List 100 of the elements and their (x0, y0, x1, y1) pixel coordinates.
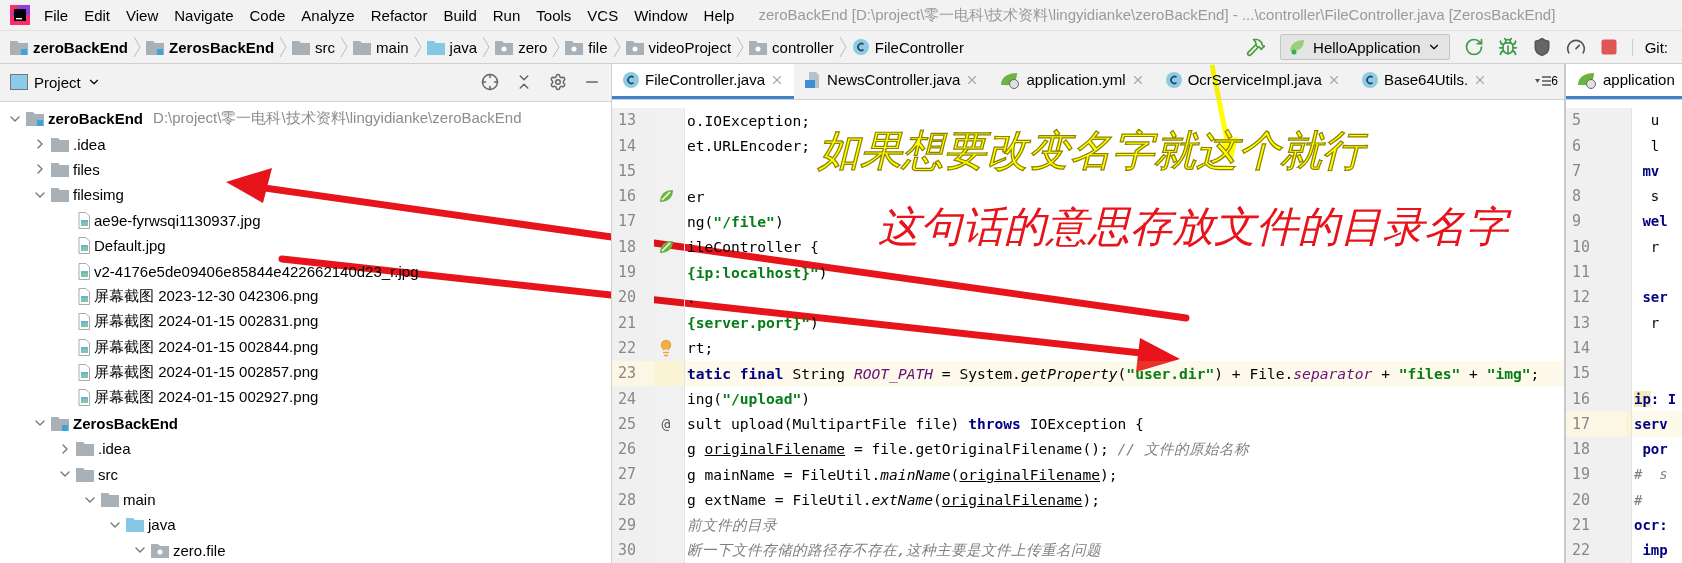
breadcrumb-item[interactable]: src (315, 38, 336, 56)
tree-item-label[interactable]: filesimg (73, 186, 124, 204)
app-logo (10, 5, 30, 25)
leaf-gear-icon (999, 70, 1022, 89)
breadcrumb-item[interactable]: controller (772, 38, 834, 56)
menu-item[interactable]: Edit (76, 6, 119, 24)
breadcrumb-item[interactable]: FileController (874, 38, 964, 56)
image-file-icon (76, 313, 90, 331)
code-token: ing( (687, 390, 723, 408)
tree-item-label[interactable]: src (98, 465, 118, 483)
tree-item-label[interactable]: ZerosBackEnd (73, 414, 179, 432)
tree-item-label[interactable]: ae9e-fyrwsqi1130937.jpg (94, 211, 261, 229)
breadcrumb-item[interactable]: file (588, 38, 608, 56)
menu-item[interactable]: Run (484, 6, 529, 24)
breadcrumb-separator-icon (837, 36, 848, 58)
code-token: originalFilename (959, 465, 1100, 483)
tree-item-label[interactable]: 屏幕截图 2024-01-15 002857.png (94, 363, 319, 383)
tab-overflow-count[interactable]: 6 (1551, 74, 1558, 89)
code-token: separator (1293, 364, 1373, 382)
tree-item-label[interactable]: 屏幕截图 2024-01-15 002927.png (94, 388, 319, 408)
code-token: . (687, 288, 696, 306)
module-folder-icon (51, 415, 69, 431)
tree-item-label[interactable]: files (73, 160, 100, 178)
code-token: ) + File. (1214, 364, 1294, 382)
folder-icon (51, 136, 69, 152)
tree-item-label[interactable]: 屏幕截图 2023-12-30 042306.png (94, 286, 319, 306)
menu-item[interactable]: Window (626, 6, 696, 24)
code-token: tatic final (687, 364, 784, 382)
editor-tab[interactable]: application (1566, 64, 1682, 99)
code-token: wel (1641, 213, 1668, 230)
code-token: ( (950, 465, 960, 483)
class-icon (1164, 70, 1183, 89)
code-token: ROOT_PATH (853, 364, 934, 382)
code-token: {ip:localhost}" (687, 263, 819, 281)
code-token: "/file" (713, 213, 775, 230)
editor-tab[interactable]: FileController.java (612, 64, 795, 99)
settings-icon[interactable] (549, 73, 567, 92)
class-icon (851, 38, 870, 56)
breadcrumb-item[interactable]: zero (518, 38, 548, 56)
folder-icon (76, 441, 94, 457)
code-token: ileController { (687, 238, 819, 256)
code-token: : I (1650, 390, 1677, 407)
build-hammer-icon[interactable] (1246, 37, 1267, 57)
code-token: mainName (880, 465, 951, 483)
tree-item-label[interactable]: 屏幕截图 2024-01-15 002844.png (94, 337, 319, 357)
breadcrumb-item[interactable]: main (376, 38, 409, 56)
code-token: ); (1082, 491, 1100, 509)
vcs-label: Git: (1631, 38, 1668, 56)
locate-crosshair-icon[interactable] (481, 73, 499, 92)
breadcrumb-item[interactable]: java (449, 38, 478, 56)
code-token: et.URLEncoder; (687, 137, 810, 155)
editor-tab[interactable]: NewsController.java (794, 64, 990, 99)
code-token: por (1641, 441, 1668, 458)
tree-item-label[interactable]: 屏幕截图 2024-01-15 002831.png (94, 312, 319, 332)
image-file-icon (76, 237, 90, 255)
run-configuration-dropdown[interactable]: HelloApplication (1280, 34, 1450, 60)
code-token: originalFilename (941, 491, 1083, 509)
module-folder-icon (26, 111, 44, 127)
menu-item[interactable]: Navigate (166, 6, 242, 24)
code-token: ); (1100, 465, 1118, 483)
code-token: 断一下文件存储的路径存不存在,这种主要是文件上传重名问题 (687, 540, 1101, 560)
image-file-icon (76, 287, 90, 305)
tree-item-label[interactable]: zeroBackEnd (48, 110, 144, 128)
code-token: serv (1634, 415, 1668, 432)
menu-item[interactable]: File (36, 6, 77, 24)
menu-item[interactable]: View (118, 6, 167, 24)
menu-item[interactable]: Tools (528, 6, 580, 24)
menu-item[interactable]: Build (435, 6, 485, 24)
debug-bug-icon[interactable] (1497, 37, 1518, 57)
window-title: zeroBackEnd [D:\project\零一电科\技术资料\lingyidianke\zeroBackEnd] - ...\controller\FileController.java [ZerosBackEnd] (758, 5, 1556, 25)
tree-item-label[interactable]: main (123, 491, 156, 508)
tree-item-label[interactable]: Default.jpg (94, 237, 166, 255)
code-token: ip (1634, 390, 1651, 407)
tree-item-label[interactable]: .idea (98, 440, 131, 458)
gutter-at-sign[interactable]: @ (661, 415, 671, 433)
stop-icon[interactable] (1599, 38, 1618, 56)
editor-tab[interactable]: application.yml (989, 64, 1155, 99)
code-token: "files" (1398, 364, 1461, 382)
tree-item-label[interactable]: java (148, 516, 176, 534)
tab-list-icon[interactable] (1535, 76, 1552, 87)
profiler-gauge-icon[interactable] (1565, 37, 1586, 57)
panel-title[interactable]: Project (34, 74, 81, 91)
folder-icon (76, 466, 94, 482)
code-token: ) (774, 213, 784, 230)
breadcrumb-item[interactable]: ZerosBackEnd (169, 38, 275, 56)
code-token: = System. (940, 364, 1021, 382)
code-token: extName (871, 491, 934, 509)
source-folder-icon (126, 517, 144, 533)
tree-item-label[interactable]: zero.file (173, 541, 226, 559)
menu-item[interactable]: VCS (579, 6, 627, 24)
menu-item[interactable]: Help (695, 6, 743, 24)
menu-item[interactable]: Refactor (362, 6, 436, 24)
breadcrumb-item[interactable]: zeroBackEnd (33, 38, 129, 56)
rerun-icon[interactable] (1463, 37, 1484, 57)
project-path: D:\project\零一电科\技术资料\lingyidianke\zeroBackEnd (153, 109, 522, 129)
editor-tab[interactable]: Base64Utils. (1350, 64, 1498, 99)
breadcrumb-item[interactable]: videoProject (648, 38, 732, 56)
menu-item[interactable]: Analyze (293, 6, 363, 24)
tree-item-label[interactable]: .idea (73, 135, 106, 153)
menu-item[interactable]: Code (241, 6, 294, 24)
